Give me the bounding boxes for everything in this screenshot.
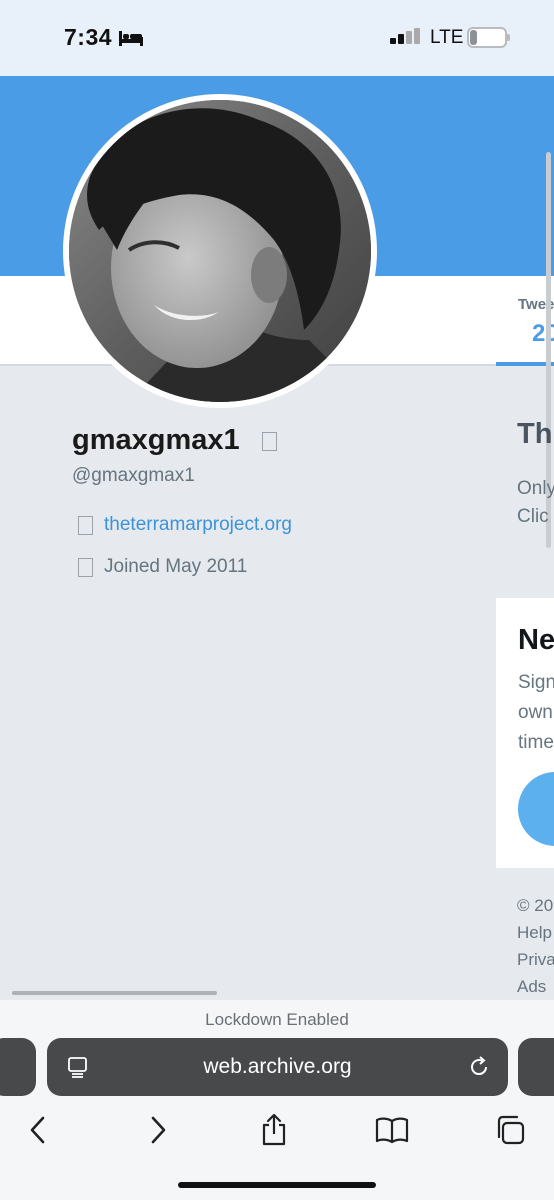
- url-text: web.archive.org: [203, 1055, 352, 1078]
- calendar-icon: [78, 558, 93, 577]
- joined-date: Joined May 2011: [104, 556, 248, 577]
- footer-link-privacy[interactable]: Priva: [517, 950, 554, 970]
- signup-card-text: own: [518, 702, 553, 723]
- browser-toolbar: [0, 1000, 554, 1200]
- battery-level: 3: [483, 29, 491, 45]
- website-link-icon: [78, 516, 93, 535]
- timeline-text-line: Clic: [517, 506, 549, 527]
- tabs-button[interactable]: [490, 1110, 530, 1150]
- profile-handle: @gmaxgmax1: [72, 465, 195, 486]
- battery-icon: 3: [467, 27, 507, 48]
- previous-tab-peek[interactable]: [0, 1038, 36, 1096]
- status-bar: 7:34 LTE 3: [0, 0, 554, 76]
- signal-icon: [390, 28, 420, 44]
- footer-link-ads[interactable]: Ads: [517, 977, 546, 997]
- bookmarks-icon: [375, 1117, 409, 1144]
- back-icon: [30, 1116, 45, 1144]
- battery-nub: [507, 34, 510, 41]
- footer-copyright: © 20: [517, 896, 554, 915]
- address-bar[interactable]: web.archive.org: [47, 1038, 508, 1096]
- forward-button[interactable]: [138, 1110, 178, 1150]
- avatar-photo: [69, 100, 371, 402]
- next-tab-peek[interactable]: [518, 1038, 554, 1096]
- home-indicator[interactable]: [178, 1182, 376, 1188]
- signup-card-title: Ne: [518, 624, 554, 656]
- signup-card: Ne Sign own time: [496, 598, 554, 868]
- bed-icon: [119, 31, 143, 46]
- timeline-title: Th: [517, 418, 553, 450]
- timeline-text-line: Only: [517, 478, 554, 499]
- network-label: LTE: [430, 27, 464, 48]
- lockdown-label: Lockdown Enabled: [205, 1010, 349, 1029]
- status-time: 7:34: [64, 24, 113, 50]
- profile-name: gmaxgmax1: [72, 424, 240, 456]
- avatar[interactable]: [63, 94, 377, 408]
- reload-icon[interactable]: [467, 1055, 491, 1079]
- share-button[interactable]: [254, 1110, 294, 1150]
- forward-icon: [151, 1116, 166, 1144]
- signup-card-text: Sign: [518, 672, 554, 693]
- tabs-icon: [497, 1115, 525, 1145]
- signup-button[interactable]: [518, 772, 554, 846]
- website-link[interactable]: theterramarproject.org: [104, 514, 292, 536]
- back-button[interactable]: [18, 1110, 58, 1150]
- horizontal-scrollbar[interactable]: [12, 991, 217, 995]
- footer-link-help[interactable]: Help: [517, 923, 552, 943]
- share-icon: [262, 1113, 286, 1146]
- bookmarks-button[interactable]: [372, 1110, 412, 1150]
- verified-placeholder-icon: [262, 432, 277, 451]
- signup-card-text: time: [518, 732, 554, 753]
